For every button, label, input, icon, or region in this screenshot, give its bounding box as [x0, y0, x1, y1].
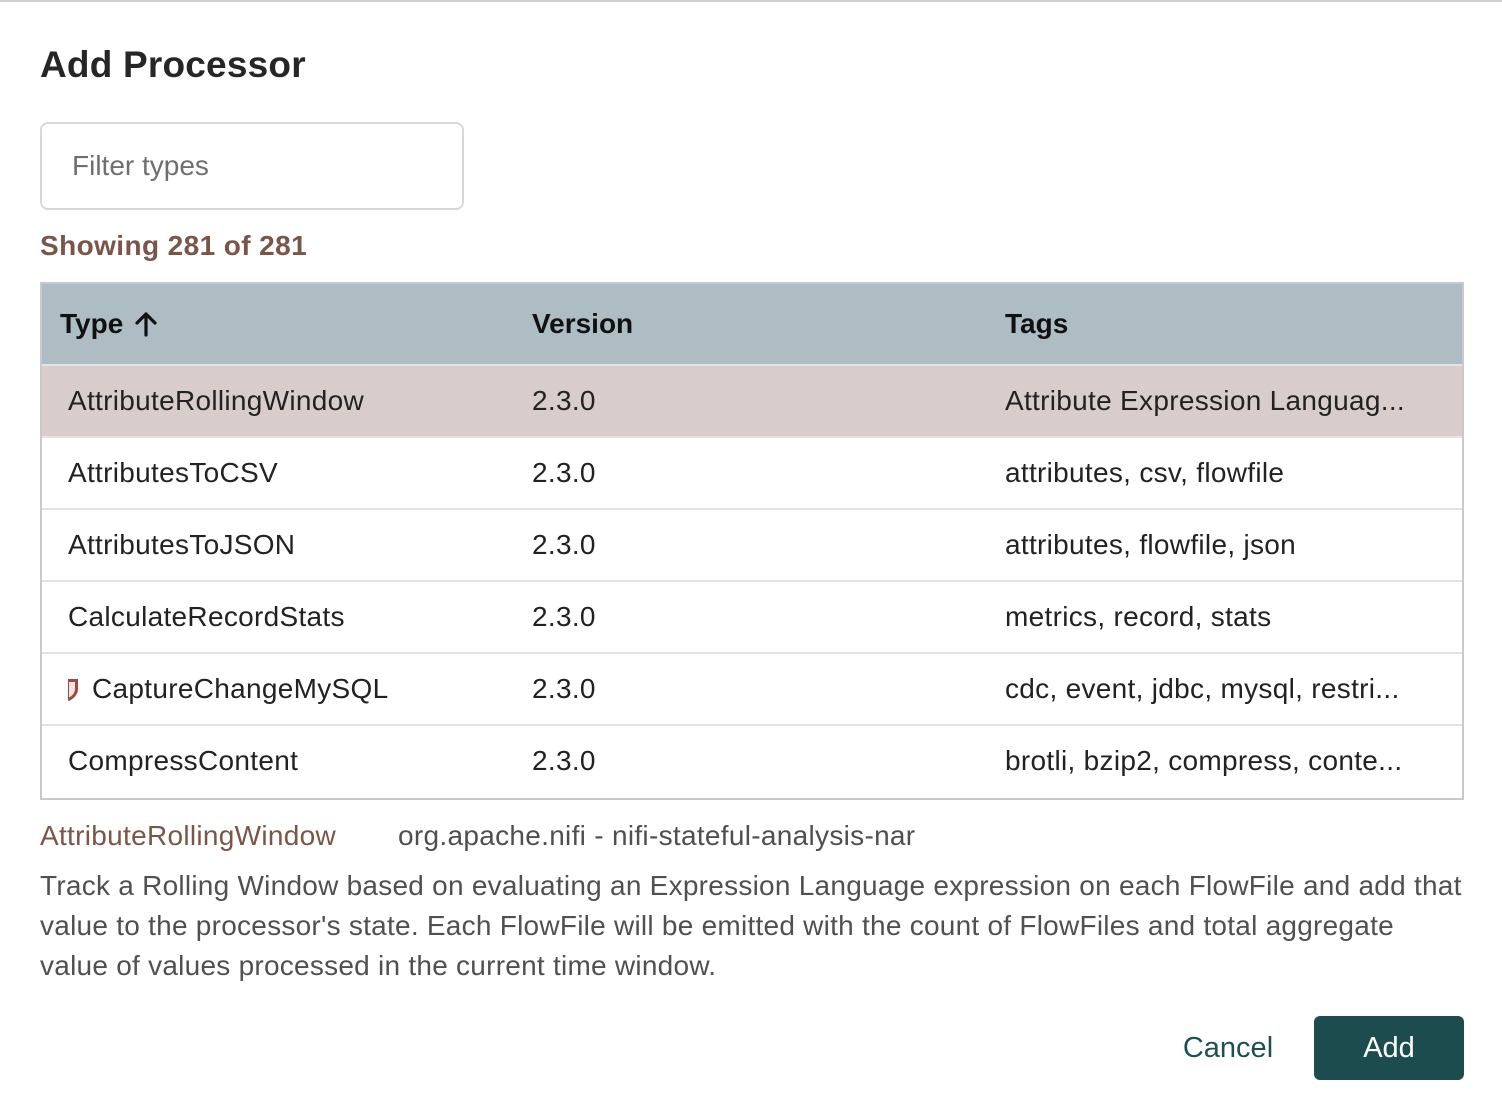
top-divider	[0, 0, 1502, 2]
processor-tags: brotli, bzip2, compress, conte...	[1005, 745, 1403, 776]
table-body: AttributeRollingWindow 2.3.0 Attribute Exp…	[42, 364, 1462, 796]
cell-type: CalculateRecordStats	[68, 582, 518, 652]
table-row[interactable]: AttributeRollingWindow 2.3.0 Attribute Exp…	[42, 364, 1462, 436]
results-count: Showing 281 of 281	[40, 230, 308, 261]
selected-processor-description: Track a Rolling Window based on evaluati…	[40, 870, 1462, 981]
arrow-up-icon	[135, 311, 157, 337]
cell-type: AttributeRollingWindow	[68, 366, 518, 436]
processor-type-name: CaptureChangeMySQL	[92, 673, 389, 704]
processor-tags: attributes, flowfile, json	[1005, 529, 1297, 560]
processor-type-name: AttributesToCSV	[68, 457, 278, 488]
column-header-type[interactable]: Type	[60, 284, 157, 364]
processor-type-name: AttributeRollingWindow	[68, 385, 365, 416]
table-row[interactable]: AttributesToJSON 2.3.0 attributes, flowfil…	[42, 508, 1462, 580]
cell-type: CaptureChangeMySQL	[68, 654, 518, 724]
column-header-type-label: Type	[60, 308, 124, 339]
cell-tags: attributes, flowfile, json	[1005, 510, 1445, 580]
cell-tags: attributes, csv, flowfile	[1005, 438, 1445, 508]
restricted-shield-icon	[68, 676, 80, 702]
cell-version: 2.3.0	[532, 529, 596, 560]
cancel-button[interactable]: Cancel	[1168, 1016, 1288, 1080]
cell-tags: cdc, event, jdbc, mysql, restri...	[1005, 654, 1445, 724]
cell-type: AttributesToCSV	[68, 438, 518, 508]
dialog-title: Add Processor	[40, 44, 306, 85]
cell-tags: metrics, record, stats	[1005, 582, 1445, 652]
cell-version: 2.3.0	[532, 673, 596, 704]
cell-type: CompressContent	[68, 726, 518, 796]
processor-tags: metrics, record, stats	[1005, 601, 1272, 632]
cell-version: 2.3.0	[532, 385, 596, 416]
filter-types-input[interactable]	[42, 124, 462, 208]
table-header: Type Version Tags	[42, 284, 1462, 364]
filter-field[interactable]	[40, 122, 464, 210]
cell-tags: Attribute Expression Languag...	[1005, 366, 1445, 436]
selected-processor-name: AttributeRollingWindow	[40, 820, 337, 851]
table-row[interactable]: CalculateRecordStats 2.3.0 metrics, record…	[42, 580, 1462, 652]
column-header-tags[interactable]: Tags	[1005, 284, 1068, 364]
processor-type-name: AttributesToJSON	[68, 529, 296, 560]
processor-tags: cdc, event, jdbc, mysql, restri...	[1005, 673, 1400, 704]
cell-version: 2.3.0	[532, 601, 596, 632]
table-row[interactable]: CaptureChangeMySQL 2.3.0 cdc, event, jdbc,…	[42, 652, 1462, 724]
cell-type: AttributesToJSON	[68, 510, 518, 580]
cell-version: 2.3.0	[532, 745, 596, 776]
processor-types-table: Type Version Tags AttributeRollingWindow…	[40, 282, 1464, 800]
processor-tags: Attribute Expression Languag...	[1005, 385, 1405, 416]
add-button[interactable]: Add	[1314, 1016, 1464, 1080]
selected-processor-bundle: org.apache.nifi - nifi-stateful-analysis…	[398, 820, 916, 851]
processor-type-name: CalculateRecordStats	[68, 601, 345, 632]
table-row[interactable]: AttributesToCSV 2.3.0 attributes, csv, flo…	[42, 436, 1462, 508]
table-row[interactable]: CompressContent 2.3.0 brotli, bzip2, compr…	[42, 724, 1462, 796]
processor-type-name: CompressContent	[68, 745, 299, 776]
cell-version: 2.3.0	[532, 457, 596, 488]
column-header-version[interactable]: Version	[532, 284, 633, 364]
cell-tags: brotli, bzip2, compress, conte...	[1005, 726, 1445, 796]
processor-tags: attributes, csv, flowfile	[1005, 457, 1285, 488]
